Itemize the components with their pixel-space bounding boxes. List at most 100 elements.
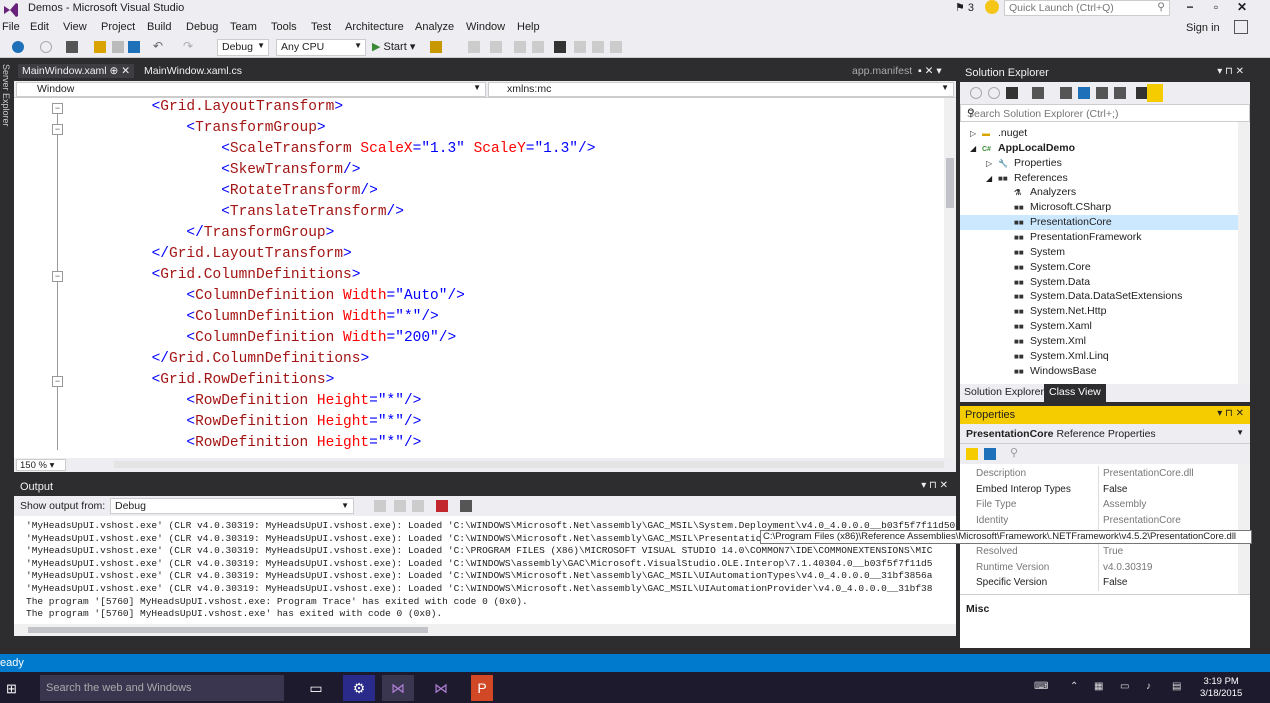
save-all-icon[interactable] bbox=[128, 41, 140, 53]
minimize-button[interactable]: − bbox=[1180, 0, 1200, 16]
properties-object-select[interactable]: PresentationCore Reference Properties ▼ bbox=[960, 424, 1250, 444]
tray-expand-icon[interactable]: ⌃ bbox=[1070, 681, 1078, 692]
menu-window[interactable]: Window bbox=[466, 21, 505, 33]
tab-mainwindow-xaml-cs[interactable]: MainWindow.xaml.cs bbox=[140, 64, 246, 78]
zoom-select[interactable]: 150 % ▾ bbox=[16, 459, 66, 471]
expander-icon[interactable]: ▷ bbox=[986, 156, 998, 171]
solution-platform-select[interactable]: Any CPU ▼ bbox=[276, 39, 366, 56]
comment-icon[interactable] bbox=[514, 41, 526, 53]
panel-controls-icon[interactable]: ▾ ⊓ ✕ bbox=[1217, 66, 1244, 77]
tree-item-system-xaml[interactable]: ■■ System.Xaml bbox=[960, 319, 1238, 334]
find-message-icon[interactable] bbox=[374, 500, 386, 512]
feedback-smiley-icon[interactable] bbox=[985, 0, 999, 14]
menu-edit[interactable]: Edit bbox=[30, 21, 49, 33]
menu-test[interactable]: Test bbox=[311, 21, 331, 33]
toolbar-placeholder-icon[interactable] bbox=[490, 41, 502, 53]
tree-item-presentationframework[interactable]: ■■ PresentationFramework bbox=[960, 230, 1238, 245]
back-icon[interactable] bbox=[970, 87, 982, 99]
tree-item-nuget[interactable]: ▷ ▬ .nuget bbox=[960, 126, 1238, 141]
property-row[interactable]: Identity PresentationCore bbox=[960, 512, 1238, 529]
editor-vertical-scrollbar[interactable] bbox=[944, 98, 956, 458]
menu-help[interactable]: Help bbox=[517, 21, 540, 33]
property-row[interactable]: Description PresentationCore.dll bbox=[960, 466, 1238, 482]
solution-search-input[interactable]: Search Solution Explorer (Ctrl+;) ⚲ bbox=[960, 104, 1250, 122]
save-icon[interactable] bbox=[112, 41, 124, 53]
taskbar-search-input[interactable]: Search the web and Windows bbox=[40, 675, 284, 701]
menu-build[interactable]: Build bbox=[147, 21, 171, 33]
notifications-icon[interactable]: ▤ bbox=[1172, 681, 1181, 692]
output-source-select[interactable]: Debug ▼ bbox=[110, 498, 354, 514]
pending-changes-filter-icon[interactable] bbox=[1032, 87, 1044, 99]
tree-item-windowsbase[interactable]: ■■ WindowsBase bbox=[960, 364, 1238, 379]
clear-all-icon[interactable] bbox=[436, 500, 448, 512]
tree-item-system-net-http[interactable]: ■■ System.Net.Http bbox=[960, 304, 1238, 319]
solution-configuration-select[interactable]: Debug ▼ bbox=[217, 39, 269, 56]
windows-start-icon[interactable]: ⊞ bbox=[6, 681, 17, 697]
tree-item-references[interactable]: ◢ ■■ References bbox=[960, 171, 1238, 186]
account-icon[interactable] bbox=[1234, 20, 1248, 34]
toggle-word-wrap-icon[interactable] bbox=[460, 500, 472, 512]
properties-scrollbar[interactable] bbox=[1238, 464, 1250, 594]
alphabetical-icon[interactable] bbox=[984, 448, 996, 460]
task-view-icon[interactable]: ▭ bbox=[300, 675, 332, 701]
restore-button[interactable]: ▫ bbox=[1206, 0, 1226, 16]
code-editor[interactable]: − − − − <Grid.LayoutTransform> <Transform… bbox=[14, 98, 956, 458]
property-row[interactable]: Embed Interop Types False bbox=[960, 481, 1238, 498]
bookmark-icon[interactable] bbox=[554, 41, 566, 53]
collapse-all-icon[interactable] bbox=[1096, 87, 1108, 99]
show-all-files-icon[interactable] bbox=[1114, 87, 1126, 99]
taskbar-clock[interactable]: 3:19 PM 3/18/2015 bbox=[1200, 676, 1242, 700]
visual-studio-blend-icon[interactable]: ⋈ bbox=[425, 675, 457, 701]
member-select[interactable]: xmlns:mc ▼ bbox=[488, 82, 954, 97]
volume-icon[interactable]: ♪ bbox=[1146, 681, 1151, 692]
tree-item-system-data[interactable]: ■■ System.Data bbox=[960, 275, 1238, 290]
pin-icon[interactable]: ⊕ bbox=[110, 65, 119, 77]
tree-vertical-scrollbar[interactable] bbox=[1238, 122, 1250, 384]
type-scope-select[interactable]: Window ▼ bbox=[16, 82, 486, 97]
menu-architecture[interactable]: Architecture bbox=[345, 21, 404, 33]
tree-item-properties[interactable]: ▷ 🔧 Properties bbox=[960, 156, 1238, 171]
tree-item-analyzers[interactable]: ⚗ Analyzers bbox=[960, 185, 1238, 200]
tab-list-icon[interactable]: ▪ ✕ ▾ bbox=[918, 64, 942, 78]
collapse-region-icon[interactable]: − bbox=[52, 271, 63, 282]
visual-studio-taskbar-icon[interactable]: ⋈ bbox=[382, 675, 414, 701]
menu-project[interactable]: Project bbox=[101, 21, 135, 33]
preview-selected-icon[interactable] bbox=[1147, 84, 1163, 102]
quick-launch-input[interactable]: Quick Launch (Ctrl+Q) ⚲ bbox=[1004, 0, 1170, 16]
navigate-back-icon[interactable] bbox=[12, 41, 24, 53]
property-row[interactable]: Runtime Version v4.0.30319 bbox=[960, 559, 1238, 576]
navigate-forward-icon[interactable] bbox=[40, 41, 52, 53]
collapse-region-icon[interactable]: − bbox=[52, 124, 63, 135]
browser-link-icon[interactable] bbox=[430, 41, 442, 53]
keyboard-icon[interactable]: ⌨ bbox=[1034, 681, 1048, 692]
editor-horizontal-scrollbar[interactable] bbox=[114, 461, 944, 468]
categorized-icon[interactable] bbox=[966, 448, 978, 460]
expander-icon[interactable]: ◢ bbox=[970, 141, 982, 156]
tab-class-view[interactable]: Class View bbox=[1044, 384, 1106, 402]
tree-item-system-core[interactable]: ■■ System.Core bbox=[960, 260, 1238, 275]
tree-item-system-xml-linq[interactable]: ■■ System.Xml.Linq bbox=[960, 349, 1238, 364]
clear-bookmarks-icon[interactable] bbox=[610, 41, 622, 53]
property-row[interactable]: Specific Version False bbox=[960, 575, 1238, 591]
tree-item-system-data-datasetextensions[interactable]: ■■ System.Data.DataSetExtensions bbox=[960, 289, 1238, 304]
scroll-thumb[interactable] bbox=[28, 627, 428, 633]
menu-debug[interactable]: Debug bbox=[186, 21, 218, 33]
uncomment-icon[interactable] bbox=[532, 41, 544, 53]
prev-bookmark-icon[interactable] bbox=[574, 41, 586, 53]
menu-file[interactable]: File bbox=[2, 21, 20, 33]
collapse-region-icon[interactable]: − bbox=[52, 376, 63, 387]
tab-solution-explorer[interactable]: Solution Explorer bbox=[964, 386, 1044, 398]
menu-analyze[interactable]: Analyze bbox=[415, 21, 454, 33]
next-message-icon[interactable] bbox=[412, 500, 424, 512]
scroll-thumb[interactable] bbox=[946, 158, 954, 208]
forward-icon[interactable] bbox=[988, 87, 1000, 99]
collapse-region-icon[interactable]: − bbox=[52, 103, 63, 114]
tab-mainwindow-xaml[interactable]: MainWindow.xaml ⊕ ✕ bbox=[18, 64, 135, 78]
refresh-icon[interactable] bbox=[1078, 87, 1090, 99]
output-horizontal-scrollbar[interactable] bbox=[14, 624, 956, 636]
expander-icon[interactable]: ◢ bbox=[986, 171, 998, 186]
undo-icon[interactable]: ↶ bbox=[153, 39, 165, 53]
prev-message-icon[interactable] bbox=[394, 500, 406, 512]
property-pages-icon[interactable]: ⚲ bbox=[1010, 446, 1022, 459]
tree-item-system-xml[interactable]: ■■ System.Xml bbox=[960, 334, 1238, 349]
